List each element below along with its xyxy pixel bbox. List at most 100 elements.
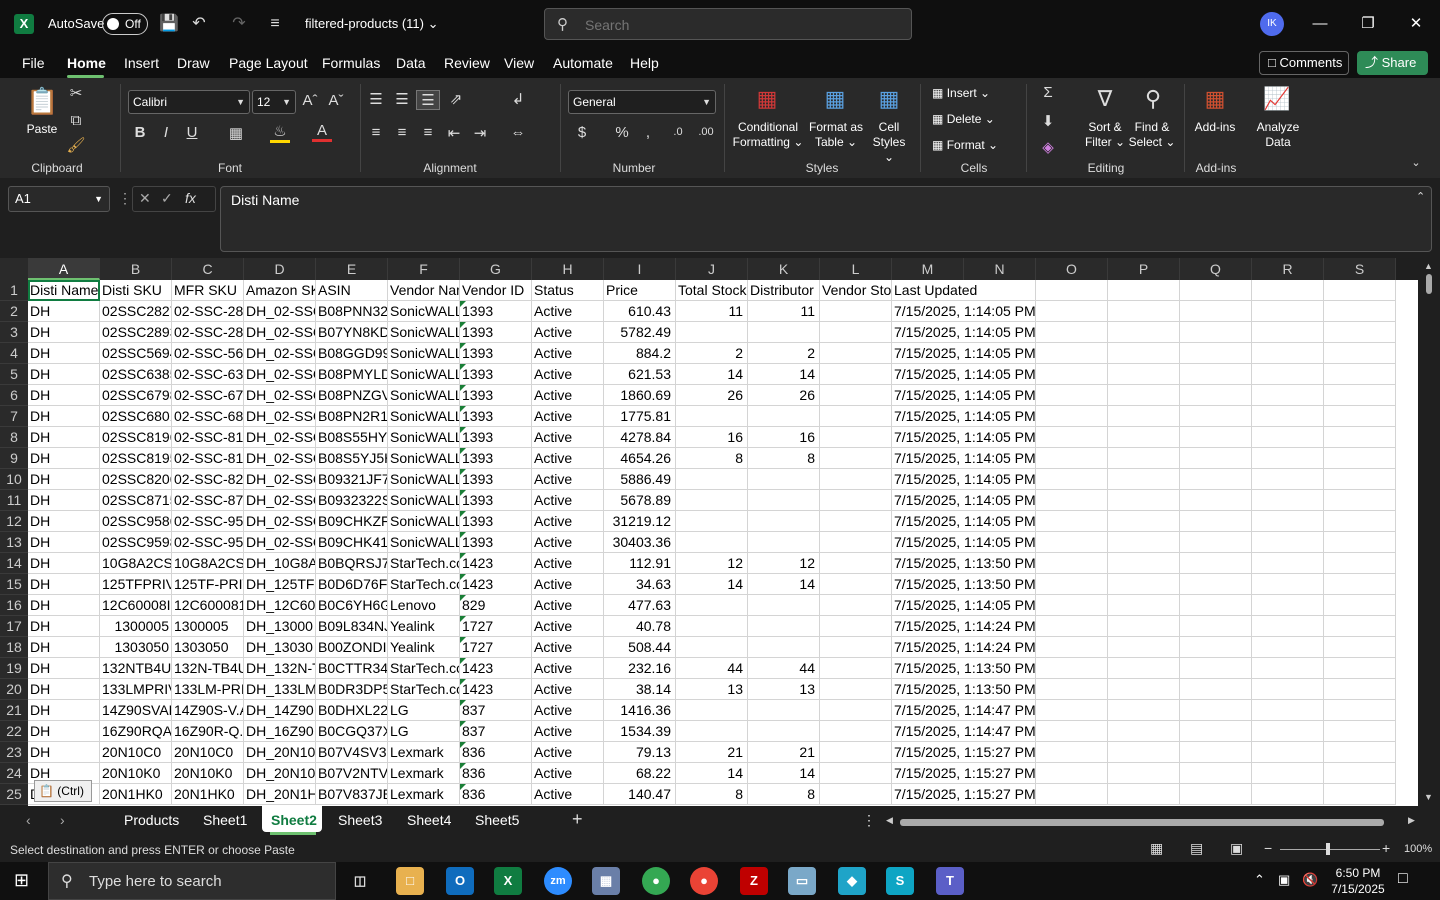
table-cell[interactable]: 16Z90RQA: [100, 721, 172, 742]
table-cell[interactable]: [1108, 469, 1180, 490]
table-cell[interactable]: 02-SSC-871: [172, 490, 244, 511]
menu-automate[interactable]: Automate: [553, 55, 613, 71]
row-header-2[interactable]: 2: [0, 301, 28, 322]
table-cell[interactable]: DH: [28, 742, 100, 763]
table-cell[interactable]: DH_02-SSC: [244, 385, 316, 406]
menu-review[interactable]: Review: [444, 55, 490, 71]
table-cell[interactable]: 1534.39: [604, 721, 676, 742]
row-header-25[interactable]: 25: [0, 784, 28, 805]
sapling-app-icon[interactable]: S: [886, 867, 914, 895]
clear-icon[interactable]: ◈: [1038, 138, 1058, 156]
table-cell[interactable]: [1108, 595, 1180, 616]
table-cell[interactable]: 14: [748, 574, 820, 595]
table-cell[interactable]: [1036, 784, 1108, 805]
column-header-a[interactable]: A: [28, 258, 100, 280]
font-name-combo[interactable]: Calibri ▼: [128, 90, 250, 114]
table-cell[interactable]: 14: [676, 763, 748, 784]
add-ins-button[interactable]: Add-ins: [1190, 120, 1240, 135]
sort-filter-icon[interactable]: ∇: [1090, 86, 1120, 112]
table-cell[interactable]: [748, 532, 820, 553]
table-cell[interactable]: 7/15/2025, 1:14:47 PM: [892, 700, 1036, 721]
zoom-level[interactable]: 100%: [1404, 843, 1432, 855]
menu-formulas[interactable]: Formulas: [322, 55, 380, 71]
table-cell[interactable]: 7/15/2025, 1:14:05 PM: [892, 448, 1036, 469]
table-cell[interactable]: 02SSC2893: [100, 322, 172, 343]
table-cell[interactable]: [1036, 763, 1108, 784]
bold-button[interactable]: B: [130, 124, 150, 141]
row-header-16[interactable]: 16: [0, 595, 28, 616]
decrease-decimal-icon[interactable]: .00: [694, 126, 718, 138]
table-cell[interactable]: Active: [532, 553, 604, 574]
table-cell[interactable]: [1108, 385, 1180, 406]
table-cell[interactable]: [1036, 616, 1108, 637]
table-cell[interactable]: StarTech.com: [388, 553, 460, 574]
table-cell[interactable]: DH_13000: [244, 616, 316, 637]
table-cell[interactable]: 31219.12: [604, 511, 676, 532]
table-cell[interactable]: [1180, 469, 1252, 490]
table-cell[interactable]: B07V837JE: [316, 784, 388, 805]
table-cell[interactable]: 1393: [460, 364, 532, 385]
table-cell[interactable]: DH_02-SSC: [244, 322, 316, 343]
table-cell[interactable]: [1252, 616, 1324, 637]
table-cell[interactable]: DH: [28, 385, 100, 406]
table-cell[interactable]: 1393: [460, 322, 532, 343]
table-cell[interactable]: [1324, 343, 1396, 364]
table-cell[interactable]: [1036, 322, 1108, 343]
table-cell[interactable]: [1036, 700, 1108, 721]
header-cell[interactable]: Total Stock: [676, 280, 748, 301]
table-cell[interactable]: [676, 406, 748, 427]
menu-page-layout[interactable]: Page Layout: [229, 55, 308, 71]
table-cell[interactable]: 1423: [460, 658, 532, 679]
column-header-b[interactable]: B: [100, 258, 172, 280]
percent-icon[interactable]: %: [612, 124, 632, 141]
table-cell[interactable]: [1108, 301, 1180, 322]
table-cell[interactable]: 7/15/2025, 1:14:05 PM: [892, 322, 1036, 343]
table-cell[interactable]: [1324, 574, 1396, 595]
table-cell[interactable]: 14Z90S-V.A: [172, 700, 244, 721]
table-cell[interactable]: [1108, 364, 1180, 385]
conditional-formatting-icon[interactable]: ▦: [752, 86, 782, 116]
table-cell[interactable]: DH_13030: [244, 637, 316, 658]
table-cell[interactable]: [676, 616, 748, 637]
table-cell[interactable]: Lexmark: [388, 742, 460, 763]
header-cell[interactable]: Vendor Stock: [820, 280, 892, 301]
table-cell[interactable]: Active: [532, 301, 604, 322]
row-header-17[interactable]: 17: [0, 616, 28, 637]
table-cell[interactable]: 02-SSC-819: [172, 448, 244, 469]
table-cell[interactable]: Active: [532, 448, 604, 469]
table-cell[interactable]: DH_02-SSC: [244, 448, 316, 469]
table-cell[interactable]: 5782.49: [604, 322, 676, 343]
table-cell[interactable]: Active: [532, 763, 604, 784]
table-cell[interactable]: [1252, 364, 1324, 385]
table-cell[interactable]: [1324, 301, 1396, 322]
table-cell[interactable]: [1252, 763, 1324, 784]
row-header-5[interactable]: 5: [0, 364, 28, 385]
table-cell[interactable]: [1252, 343, 1324, 364]
table-cell[interactable]: 7/15/2025, 1:13:50 PM: [892, 679, 1036, 700]
table-cell[interactable]: 4278.84: [604, 427, 676, 448]
table-cell[interactable]: 125TF-PRIV: [172, 574, 244, 595]
table-cell[interactable]: [1036, 511, 1108, 532]
table-cell[interactable]: 02SSC6798: [100, 385, 172, 406]
table-cell[interactable]: [1036, 742, 1108, 763]
table-cell[interactable]: 02-SSC-282: [172, 301, 244, 322]
row-header-20[interactable]: 20: [0, 679, 28, 700]
table-cell[interactable]: 20N10K0: [100, 763, 172, 784]
table-cell[interactable]: [1252, 301, 1324, 322]
table-cell[interactable]: [820, 784, 892, 805]
table-cell[interactable]: [1252, 448, 1324, 469]
table-cell[interactable]: 1423: [460, 679, 532, 700]
table-cell[interactable]: 1775.81: [604, 406, 676, 427]
table-cell[interactable]: [1180, 784, 1252, 805]
table-cell[interactable]: [1252, 406, 1324, 427]
table-cell[interactable]: 508.44: [604, 637, 676, 658]
table-cell[interactable]: Active: [532, 532, 604, 553]
currency-icon[interactable]: $: [572, 124, 592, 141]
table-cell[interactable]: [820, 469, 892, 490]
row-header-8[interactable]: 8: [0, 427, 28, 448]
header-cell[interactable]: MFR SKU: [172, 280, 244, 301]
column-header-s[interactable]: S: [1324, 258, 1396, 280]
column-header-r[interactable]: R: [1252, 258, 1324, 280]
header-cell[interactable]: [1108, 280, 1180, 301]
table-cell[interactable]: Active: [532, 385, 604, 406]
